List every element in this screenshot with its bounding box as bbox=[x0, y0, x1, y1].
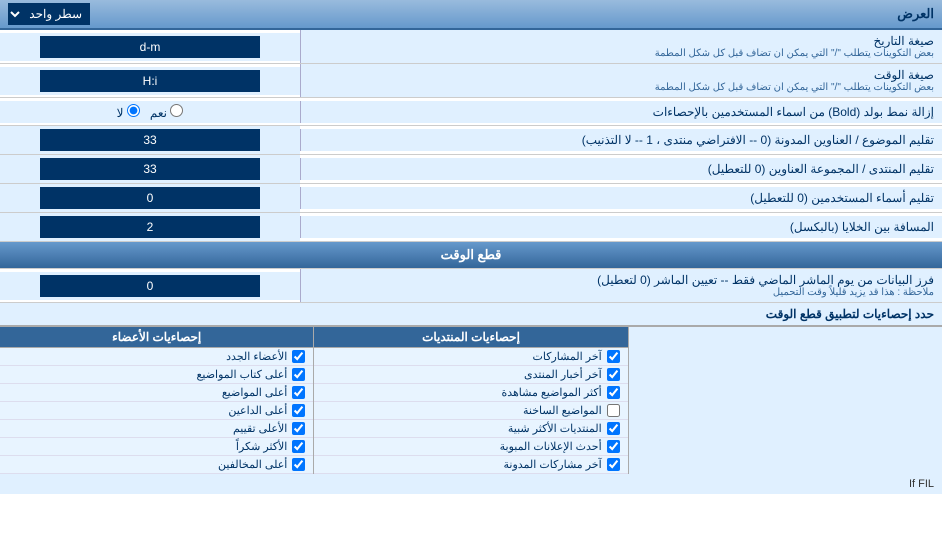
stats-member-checkbox-2[interactable] bbox=[292, 386, 305, 399]
stats-member-checkbox-1[interactable] bbox=[292, 368, 305, 381]
stats-member-item-2: أعلى المواضيع bbox=[0, 384, 313, 402]
radio-no-label: لا bbox=[117, 104, 140, 120]
stats-member-label-6: أعلى المخالفين bbox=[218, 458, 287, 471]
bold-remove-row: إزالة نمط بولد (Bold) من اسماء المستخدمي… bbox=[0, 98, 942, 126]
stats-item-1: آخر أخبار المنتدى bbox=[314, 366, 627, 384]
stats-col-members: إحصاءيات الأعضاء الأعضاء الجدد أعلى كتاب… bbox=[0, 327, 313, 474]
realtime-input-container bbox=[0, 272, 300, 300]
stats-item-label-5: أحدث الإعلانات المبوبة bbox=[500, 440, 602, 453]
top-header-row: العرض سطر واحد سطرين ثلاثة أسطر bbox=[0, 0, 942, 30]
stats-checkbox-6[interactable] bbox=[607, 458, 620, 471]
apply-row: حدد إحصاءيات لتطبيق قطع الوقت bbox=[0, 303, 942, 326]
radio-no[interactable] bbox=[127, 104, 140, 117]
bottom-text: If FIL bbox=[0, 474, 942, 494]
stats-item-4: المنتديات الأكثر شبية bbox=[314, 420, 627, 438]
stats-checkbox-1[interactable] bbox=[607, 368, 620, 381]
date-format-input[interactable] bbox=[40, 36, 260, 58]
usernames-format-row: تقليم أسماء المستخدمين (0 للتعطيل) bbox=[0, 184, 942, 213]
bold-remove-label: إزالة نمط بولد (Bold) من اسماء المستخدمي… bbox=[300, 101, 942, 123]
stats-member-label-4: الأعلى تقييم bbox=[233, 422, 287, 435]
date-format-row: صيغة التاريخ بعض التكوينات يتطلب "/" الت… bbox=[0, 30, 942, 64]
time-format-input-container bbox=[0, 67, 300, 95]
stats-member-checkbox-4[interactable] bbox=[292, 422, 305, 435]
main-container: العرض سطر واحد سطرين ثلاثة أسطر صيغة الت… bbox=[0, 0, 942, 494]
stats-checkbox-5[interactable] bbox=[607, 440, 620, 453]
stats-member-item-5: الأكثر شكراً bbox=[0, 438, 313, 456]
time-format-input[interactable] bbox=[40, 70, 260, 92]
stats-item-label-2: أكثر المواضيع مشاهدة bbox=[501, 386, 601, 399]
realtime-section-header: قطع الوقت bbox=[0, 242, 942, 269]
stats-checkbox-0[interactable] bbox=[607, 350, 620, 363]
stats-col-forums: إحصاءيات المنتديات آخر المشاركات آخر أخب… bbox=[313, 327, 627, 474]
stats-item-2: أكثر المواضيع مشاهدة bbox=[314, 384, 627, 402]
stats-empty-col bbox=[628, 327, 942, 474]
stats-col-members-header: إحصاءيات الأعضاء bbox=[0, 327, 313, 348]
realtime-row: فرز البيانات من يوم الماشر الماضي فقط --… bbox=[0, 269, 942, 303]
apply-label: حدد إحصاءيات لتطبيق قطع الوقت bbox=[766, 307, 934, 321]
stats-item-label-6: آخر مشاركات المدونة bbox=[504, 458, 602, 471]
stats-member-checkbox-0[interactable] bbox=[292, 350, 305, 363]
stats-member-item-3: أعلى الداعين bbox=[0, 402, 313, 420]
cell-gap-input[interactable] bbox=[40, 216, 260, 238]
stats-member-label-2: أعلى المواضيع bbox=[222, 386, 288, 399]
usernames-format-input-container bbox=[0, 184, 300, 212]
cell-gap-input-container bbox=[0, 213, 300, 241]
stats-item-5: أحدث الإعلانات المبوبة bbox=[314, 438, 627, 456]
subject-format-row: تقليم الموضوع / العناوين المدونة (0 -- ا… bbox=[0, 126, 942, 155]
stats-item-label-4: المنتديات الأكثر شبية bbox=[508, 422, 602, 435]
radio-yes-label: نعم bbox=[150, 104, 183, 120]
bold-remove-input-container: نعم لا bbox=[0, 101, 300, 123]
stats-member-label-0: الأعضاء الجدد bbox=[226, 350, 287, 363]
forum-format-input-container bbox=[0, 155, 300, 183]
usernames-format-label: تقليم أسماء المستخدمين (0 للتعطيل) bbox=[300, 187, 942, 209]
bold-radio-group: نعم لا bbox=[117, 104, 184, 120]
stats-item-0: آخر المشاركات bbox=[314, 348, 627, 366]
header-title: العرض bbox=[897, 6, 934, 22]
stats-member-checkbox-3[interactable] bbox=[292, 404, 305, 417]
usernames-format-input[interactable] bbox=[40, 187, 260, 209]
stats-checkbox-2[interactable] bbox=[607, 386, 620, 399]
stats-checkbox-4[interactable] bbox=[607, 422, 620, 435]
date-format-label: صيغة التاريخ بعض التكوينات يتطلب "/" الت… bbox=[300, 30, 942, 63]
stats-member-checkbox-5[interactable] bbox=[292, 440, 305, 453]
subject-format-label: تقليم الموضوع / العناوين المدونة (0 -- ا… bbox=[300, 129, 942, 151]
date-format-input-container bbox=[0, 33, 300, 61]
forum-format-input[interactable] bbox=[40, 158, 260, 180]
display-select[interactable]: سطر واحد سطرين ثلاثة أسطر bbox=[8, 3, 90, 25]
stats-item-3: المواضيع الساخنة bbox=[314, 402, 627, 420]
time-format-label: صيغة الوقت بعض التكوينات يتطلب "/" التي … bbox=[300, 64, 942, 97]
stats-member-item-4: الأعلى تقييم bbox=[0, 420, 313, 438]
stats-item-label-3: المواضيع الساخنة bbox=[523, 404, 602, 417]
subject-format-input[interactable] bbox=[40, 129, 260, 151]
stats-member-checkbox-6[interactable] bbox=[292, 458, 305, 471]
subject-format-input-container bbox=[0, 126, 300, 154]
stats-member-label-3: أعلى الداعين bbox=[228, 404, 287, 417]
cell-gap-label: المسافة بين الخلايا (بالبكسل) bbox=[300, 216, 942, 238]
stats-checkbox-3[interactable] bbox=[607, 404, 620, 417]
stats-member-item-1: أعلى كتاب المواضيع bbox=[0, 366, 313, 384]
radio-yes[interactable] bbox=[170, 104, 183, 117]
realtime-input[interactable] bbox=[40, 275, 260, 297]
forum-format-label: تقليم المنتدى / المجموعة العناوين (0 للت… bbox=[300, 158, 942, 180]
stats-member-label-5: الأكثر شكراً bbox=[236, 440, 287, 453]
cell-gap-row: المسافة بين الخلايا (بالبكسل) bbox=[0, 213, 942, 242]
stats-col-forums-header: إحصاءيات المنتديات bbox=[314, 327, 627, 348]
stats-item-label-1: آخر أخبار المنتدى bbox=[524, 368, 602, 381]
stats-member-item-6: أعلى المخالفين bbox=[0, 456, 313, 474]
stats-member-label-1: أعلى كتاب المواضيع bbox=[197, 368, 288, 381]
time-format-row: صيغة الوقت بعض التكوينات يتطلب "/" التي … bbox=[0, 64, 942, 98]
stats-item-6: آخر مشاركات المدونة bbox=[314, 456, 627, 474]
stats-member-item-0: الأعضاء الجدد bbox=[0, 348, 313, 366]
realtime-label: فرز البيانات من يوم الماشر الماضي فقط --… bbox=[300, 269, 942, 302]
forum-format-row: تقليم المنتدى / المجموعة العناوين (0 للت… bbox=[0, 155, 942, 184]
stats-section: إحصاءيات المنتديات آخر المشاركات آخر أخب… bbox=[0, 326, 942, 474]
stats-item-label-0: آخر المشاركات bbox=[533, 350, 602, 363]
